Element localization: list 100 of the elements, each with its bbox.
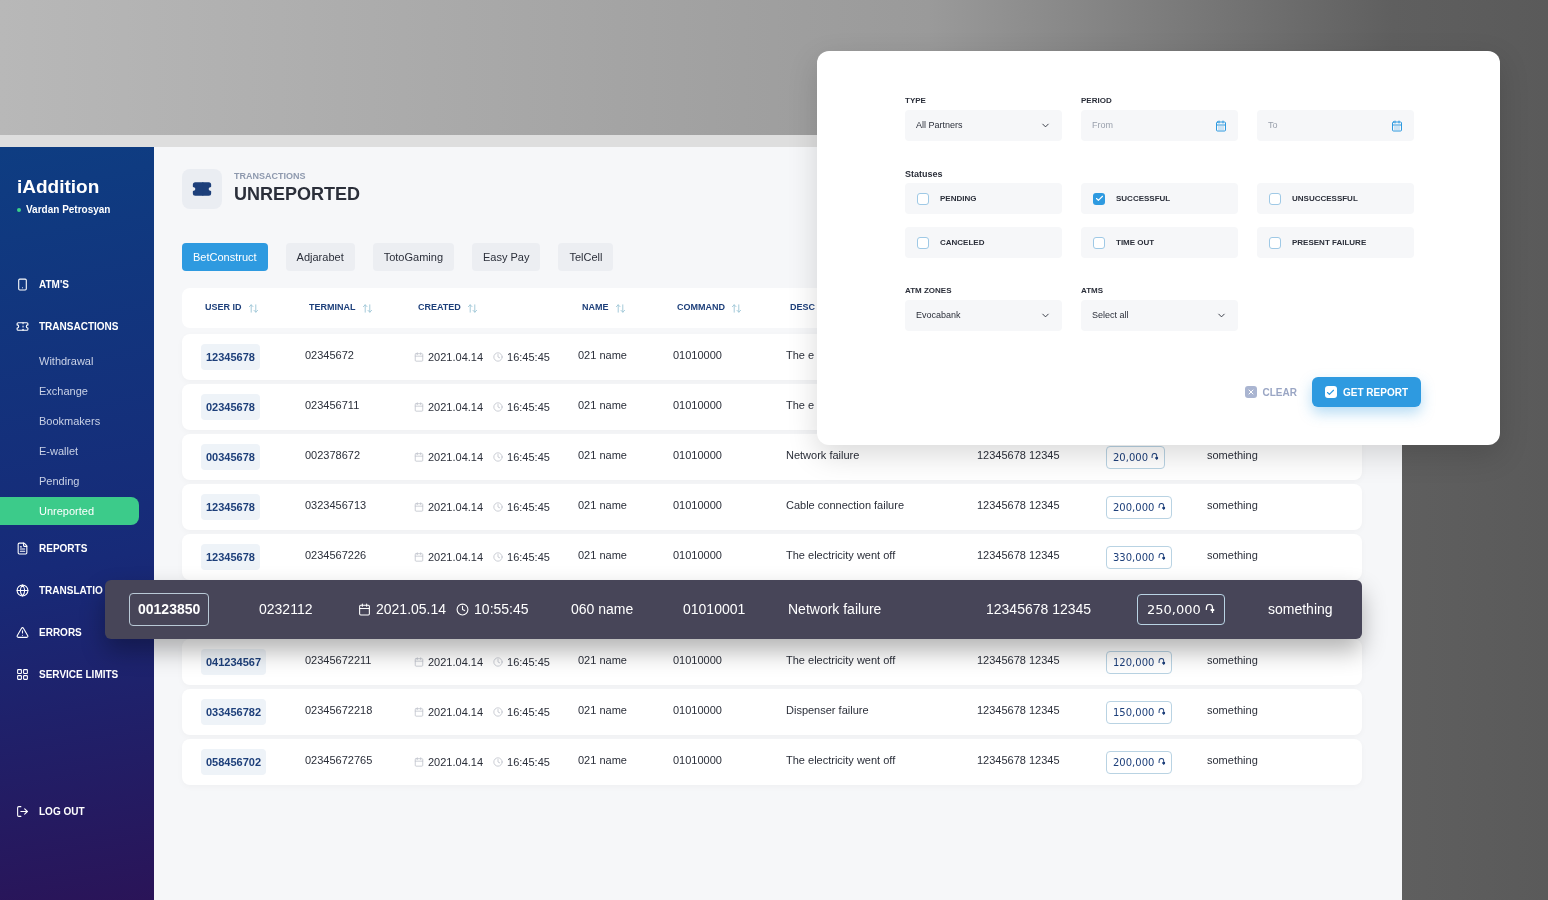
calendar-icon: [414, 552, 424, 562]
calendar-icon: [414, 452, 424, 462]
calendar-icon: [414, 352, 424, 362]
column-header[interactable]: USER ID: [205, 301, 242, 315]
table-cell-text: 2021.04.14: [428, 754, 484, 770]
sort-icon[interactable]: [614, 302, 626, 314]
amount-tag: 250,000 ֏: [1137, 593, 1225, 626]
date-from-field[interactable]: From: [1081, 110, 1238, 141]
table-cell-text: 021 name: [578, 498, 627, 513]
table-cell-text: 16:45:45: [507, 499, 550, 515]
table-cell-text: 021 name: [578, 398, 627, 413]
table-cell-text: 021 name: [578, 348, 627, 363]
nav-item[interactable]: ATM'S: [16, 263, 69, 305]
calendar-icon: [414, 657, 424, 667]
document-icon: [16, 541, 29, 555]
logout-link[interactable]: LOG OUT: [0, 801, 154, 821]
column-header[interactable]: TERMINAL: [309, 301, 356, 315]
section-label: Statuses: [905, 168, 944, 181]
status-option[interactable]: CANCELED: [905, 227, 1062, 258]
status-option[interactable]: UNSUCCESSFUL: [1257, 183, 1414, 214]
sort-icon[interactable]: [247, 302, 259, 314]
clock-icon: [493, 452, 504, 462]
table-cell-text: 01010000: [673, 348, 722, 363]
table-cell-text: 16:45:45: [507, 399, 550, 415]
field-label: TYPE: [905, 95, 927, 107]
clock-icon: [493, 657, 504, 667]
column-header[interactable]: NAME: [582, 301, 609, 315]
nav-subitem[interactable]: Withdrawal: [0, 347, 139, 375]
table-cell-text: 0323456713: [305, 498, 367, 513]
checkbox[interactable]: [917, 236, 929, 249]
partner-tab[interactable]: Adjarabet: [285, 243, 355, 271]
table-cell-text: something: [1207, 498, 1258, 513]
nav-item[interactable]: ERRORS: [16, 611, 82, 653]
partner-tab[interactable]: TotoGaming: [372, 243, 454, 271]
amount-tag: 200,000 ֏: [1106, 750, 1172, 774]
table-cell-text: 16:45:45: [507, 704, 550, 720]
table-cell-text: 12345678 12345: [977, 498, 1060, 513]
warning-icon: [16, 625, 29, 639]
table-row[interactable]: 058456702 02345672765 2021.04.14 16:45:45 021 name 01010000 The electricity went off 12345678 12345 200,000 ֏ something: [182, 739, 1362, 785]
table-row[interactable]: 033456782 02345672218 2021.04.14 16:45:45 021 name 01010000 Dispenser failure 12345678 12345 150,000 ֏ something: [182, 689, 1362, 735]
table-row[interactable]: 12345678 0234567226 2021.04.14 16:45:45 021 name 01010000 The electricity went off 12345678 12345 330,000 ֏ something: [182, 534, 1362, 580]
table-cell-text: 01010000: [673, 653, 722, 668]
date-input[interactable]: From: [1092, 118, 1192, 133]
checkbox[interactable]: [1269, 236, 1281, 249]
nav-item[interactable]: TRANSLATIO: [16, 569, 103, 611]
table-cell-text: 01010000: [673, 548, 722, 563]
column-header[interactable]: COMMAND: [677, 301, 725, 315]
sort-icon[interactable]: [466, 302, 478, 314]
table-cell-text: 01010000: [673, 448, 722, 463]
page-title: UNREPORTED: [234, 183, 360, 206]
type-select[interactable]: All Partners: [905, 110, 1062, 141]
nav-subitem[interactable]: Pending: [0, 467, 139, 495]
table-cell-text: 2021.04.14: [428, 449, 484, 465]
column-header[interactable]: DESC: [790, 301, 815, 315]
table-cell-text: 2021.04.14: [428, 499, 484, 515]
partner-tab[interactable]: TelCell: [558, 243, 614, 271]
status-option[interactable]: PENDING: [905, 183, 1062, 214]
clock-icon: [493, 402, 504, 412]
table-cell-text: 2021.04.14: [428, 654, 484, 670]
table-row[interactable]: 041234567 02345672211 2021.04.14 16:45:45 021 name 01010000 The electricity went off 12345678 12345 120,000 ֏ something: [182, 639, 1362, 685]
table-cell-text: 021 name: [578, 753, 627, 768]
table-cell-text: 01010000: [673, 498, 722, 513]
table-cell-text: 12345678 12345: [986, 600, 1093, 619]
checkbox[interactable]: [1093, 236, 1105, 249]
nav-subitem[interactable]: Exchange: [0, 377, 139, 405]
lifted-table-row[interactable]: 00123850 0232112 2021.05.14 10:55:45 060 name 01010001 Network failure 12345678 12345 250,000 ֏ something: [105, 580, 1362, 639]
field-label: ATM ZONES: [905, 285, 953, 297]
date-to-field[interactable]: To: [1257, 110, 1414, 141]
table-cell-text: something: [1207, 753, 1258, 768]
table-row[interactable]: 12345678 0323456713 2021.04.14 16:45:45 021 name 01010000 Cable connection failure 12345678 12345 200,000 ֏ something: [182, 484, 1362, 530]
checkbox[interactable]: [1093, 192, 1105, 205]
nav-subitem[interactable]: E-wallet: [0, 437, 139, 465]
sort-icon[interactable]: [731, 302, 742, 314]
table-cell-text: 01010000: [673, 753, 722, 768]
calendar-icon: [414, 707, 424, 717]
calendar-icon[interactable]: [1215, 119, 1227, 132]
column-header[interactable]: CREATED: [418, 301, 461, 315]
status-option[interactable]: PRESENT FAILURE: [1257, 227, 1414, 258]
nav-subitem[interactable]: Bookmakers: [0, 407, 139, 435]
sort-icon[interactable]: [361, 302, 373, 314]
atm-select[interactable]: Select all: [1081, 300, 1238, 331]
status-option[interactable]: TIME OUT: [1081, 227, 1238, 258]
checkbox[interactable]: [1269, 192, 1281, 205]
checkbox[interactable]: [917, 192, 929, 205]
table-cell-text: 2021.04.14: [428, 349, 484, 365]
atm-zone-select[interactable]: Evocabank: [905, 300, 1062, 331]
table-cell-text: Network failure: [786, 448, 860, 463]
logout-icon: [16, 804, 29, 818]
ticket-icon: [16, 319, 29, 333]
table-cell-text: 021 name: [578, 548, 627, 563]
status-option[interactable]: SUCCESSFUL: [1081, 183, 1238, 214]
nav-item[interactable]: TRANSACTIONS: [16, 305, 119, 347]
checkmark-icon: [1325, 386, 1337, 398]
nav-item[interactable]: REPORTS: [16, 527, 88, 569]
partner-tab[interactable]: Easy Pay: [472, 243, 541, 271]
calendar-icon[interactable]: [1391, 119, 1403, 132]
amount-tag: 330,000 ֏: [1106, 545, 1172, 569]
date-input[interactable]: To: [1268, 118, 1368, 133]
nav-item[interactable]: SERVICE LIMITS: [16, 653, 119, 695]
table-cell-text: 01010001: [683, 600, 747, 619]
